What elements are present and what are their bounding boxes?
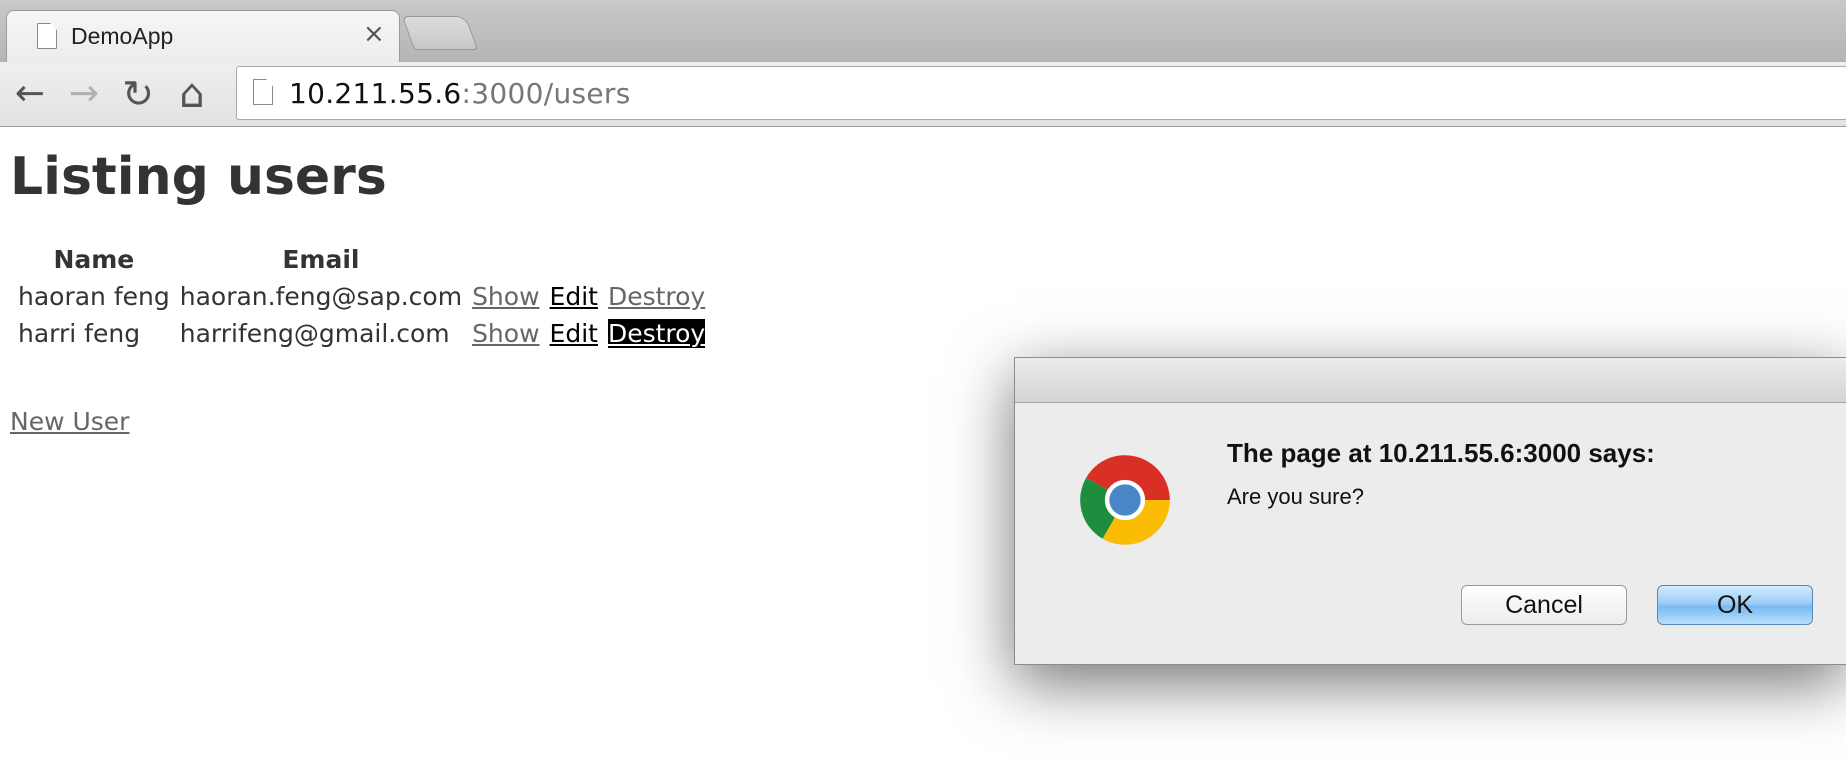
document-icon (253, 79, 273, 105)
table-header-row: Name Email (16, 245, 707, 274)
page-title: Listing users (10, 147, 387, 207)
browser-tab[interactable]: DemoApp × (6, 10, 400, 63)
tab-strip: DemoApp × (0, 0, 1846, 63)
user-email: haoran.feng@sap.com (179, 282, 463, 311)
new-tab-button[interactable] (401, 16, 479, 50)
user-name: haoran feng (18, 282, 170, 311)
url-text: 10.211.55.6:3000/users (289, 77, 631, 110)
dialog-message: Are you sure? (1227, 484, 1364, 509)
document-icon (37, 23, 57, 49)
column-header-blank (548, 245, 600, 274)
confirm-dialog: The page at 10.211.55.6:3000 says: Are y… (1014, 357, 1846, 665)
destroy-link[interactable]: Destroy (607, 319, 706, 348)
user-name: harri feng (18, 319, 141, 348)
new-user-link[interactable]: New User (10, 407, 129, 436)
dialog-heading: The page at 10.211.55.6:3000 says: (1227, 438, 1655, 468)
table-row: harri feng harrifeng@gmail.com Show Edit… (16, 319, 707, 348)
cancel-button[interactable]: Cancel (1461, 585, 1627, 625)
close-icon[interactable]: × (363, 19, 385, 49)
table-row: haoran feng haoran.feng@sap.com Show Edi… (16, 282, 707, 311)
chrome-logo-icon (1080, 455, 1170, 545)
url-host: 10.211.55.6 (289, 77, 462, 110)
user-email: harrifeng@gmail.com (179, 319, 450, 348)
column-header-name: Name (53, 245, 135, 274)
edit-link[interactable]: Edit (550, 319, 598, 348)
dialog-titlebar[interactable] (1015, 358, 1846, 403)
address-bar[interactable]: 10.211.55.6:3000/users (236, 66, 1846, 120)
show-link[interactable]: Show (472, 319, 539, 348)
url-path: :3000/users (461, 77, 631, 110)
forward-arrow-icon[interactable]: → (62, 72, 106, 116)
home-icon[interactable]: ⌂ (170, 72, 214, 116)
reload-icon[interactable]: ↻ (116, 72, 160, 116)
users-table: Name Email haoran feng haoran.feng@sap.c… (10, 237, 713, 356)
browser-toolbar: ← → ↻ ⌂ 10.211.55.6:3000/users (0, 62, 1846, 127)
destroy-link[interactable]: Destroy (608, 282, 705, 311)
tab-title: DemoApp (71, 23, 174, 49)
ok-button[interactable]: OK (1657, 585, 1813, 625)
edit-link[interactable]: Edit (550, 282, 598, 311)
column-header-blank (470, 245, 541, 274)
column-header-blank (606, 245, 707, 274)
back-arrow-icon[interactable]: ← (8, 72, 52, 116)
column-header-email: Email (282, 245, 360, 274)
show-link[interactable]: Show (472, 282, 539, 311)
